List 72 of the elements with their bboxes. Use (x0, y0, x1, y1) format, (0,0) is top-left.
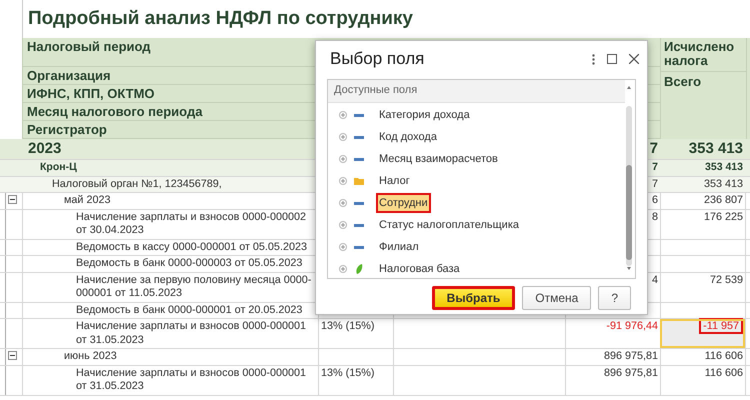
header-label: Регистратор (27, 122, 107, 137)
collapse-icon[interactable] (8, 195, 17, 204)
row-label: Ведомость в банк 0000-000001 от 20.05.2023 (76, 304, 302, 316)
amount-cell: 4 (652, 274, 658, 286)
field-item[interactable]: Налог (376, 171, 413, 191)
field-item[interactable]: Месяц взаиморасчетов (376, 149, 501, 169)
field-item[interactable]: Категория дохода (376, 105, 473, 125)
expand-icon[interactable] (339, 199, 347, 207)
field-item[interactable]: Филиал (376, 237, 422, 257)
select-button[interactable]: Выбрать (432, 286, 516, 310)
row-label: Начисление за первую половину месяца 0000-000001 от 11.05.2023 (76, 274, 312, 299)
dialog-title: Выбор поля (330, 49, 426, 69)
row-label: май 2023 (64, 194, 110, 206)
dialog-button[interactable]: ? (598, 286, 631, 310)
close-icon[interactable] (629, 54, 639, 64)
field-item[interactable]: Код дохода (376, 127, 440, 147)
row-label: Ведомость в банк 0000-000003 от 05.05.2023 (76, 257, 302, 269)
amount-cell: 7 (650, 140, 658, 157)
row-label: Налоговый орган №1, 123456789, (52, 178, 222, 190)
dialog-button[interactable]: Отмена (522, 286, 592, 310)
expand-icon[interactable] (339, 111, 347, 119)
amount-cell: 7 (652, 178, 658, 190)
expand-icon[interactable] (339, 133, 347, 141)
row-label: июнь 2023 (64, 350, 117, 362)
tax-cell: -11 957 (699, 318, 743, 334)
more-icon[interactable] (592, 54, 595, 64)
list-header: Доступные поля (334, 84, 418, 96)
report-title: Подробный анализ НДФЛ по сотруднику (28, 8, 413, 30)
tax-cell: 116 606 (704, 350, 743, 362)
expand-icon[interactable] (339, 221, 347, 229)
column-header: Исчислено налога (664, 39, 734, 68)
tax-cell: 353 413 (688, 140, 743, 157)
expand-icon[interactable] (339, 243, 347, 251)
maximize-icon[interactable] (607, 54, 617, 64)
row-label: 2023 (28, 140, 62, 157)
amount-cell: 896 975,81 (604, 350, 658, 362)
header-label: Налоговый период (27, 39, 151, 54)
field-item[interactable]: Налоговая база (376, 259, 463, 279)
header-label: Месяц налогового периода (27, 104, 202, 119)
field-icon (354, 114, 364, 116)
column-header: Всего (664, 74, 702, 89)
expand-icon[interactable] (339, 265, 347, 273)
leaf-icon (354, 264, 364, 274)
field-icon (354, 202, 364, 204)
amount-cell: 6 (652, 194, 658, 206)
tax-cell: 236 807 (704, 194, 743, 206)
row-label: Крон-Ц (40, 161, 77, 173)
amount-cell: 7 (652, 161, 658, 173)
rate-cell: 13% (15%) (321, 366, 374, 378)
row-label: Начисление зарплаты и взносов 0000-000002 от 30.04.2023 (76, 210, 306, 236)
tax-cell: 116 606 (704, 366, 743, 378)
collapse-icon[interactable] (8, 351, 17, 360)
header-label: ИФНС, КПП, ОКТМО (27, 86, 155, 101)
field-icon (354, 224, 364, 226)
expand-icon[interactable] (339, 177, 347, 185)
header-label: Организация (27, 68, 111, 83)
field-item[interactable]: Сотрудни (376, 193, 431, 213)
amount-cell: 896 975,81 (604, 366, 658, 378)
tax-cell: 176 225 (704, 210, 743, 222)
amount-cell: -91 976,44 (606, 320, 658, 332)
amount-cell: 8 (652, 210, 658, 222)
field-icon (354, 136, 364, 138)
tax-cell: 353 413 (704, 178, 743, 190)
tax-cell: 353 413 (705, 161, 743, 173)
field-icon (354, 246, 364, 248)
rate-cell: 13% (15%) (321, 320, 374, 332)
field-icon (354, 158, 364, 160)
tax-cell: 72 539 (710, 274, 743, 286)
row-label: Начисление зарплаты и взносов 0000-000001 от 31.05.2023 (76, 366, 306, 392)
row-label: Ведомость в кассу 0000-000001 от 05.05.2023 (76, 240, 307, 252)
field-item[interactable]: Статус налогоплательщика (376, 215, 522, 235)
expand-icon[interactable] (339, 155, 347, 163)
